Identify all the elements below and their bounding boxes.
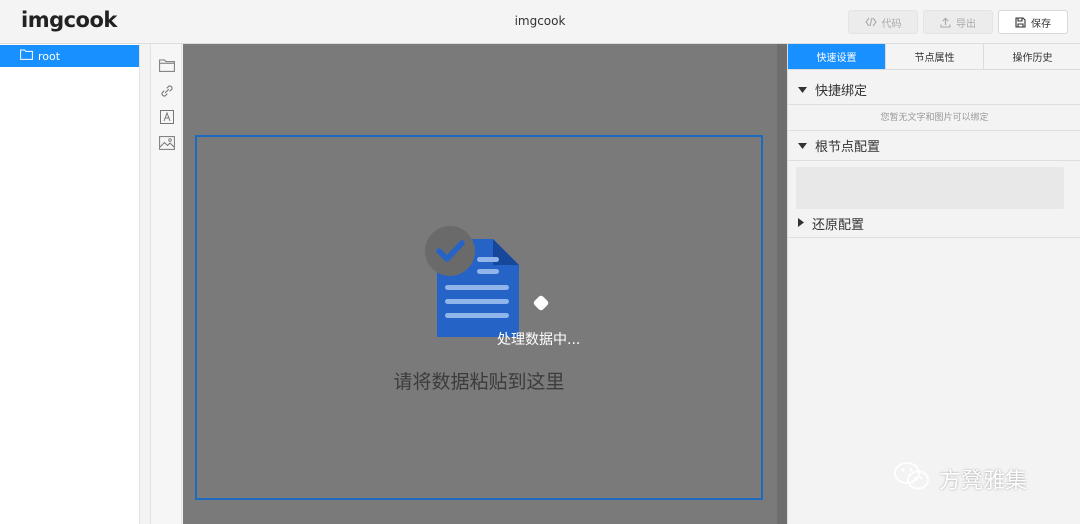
link-tool-icon[interactable] xyxy=(158,82,176,100)
wechat-icon xyxy=(893,460,931,498)
upload-icon xyxy=(940,17,951,28)
processing-status: 处理数据中... xyxy=(497,332,581,348)
section-root-config[interactable]: 根节点配置 xyxy=(788,130,1080,160)
top-bar: imgcook imgcook 代码 导出 保存 xyxy=(0,0,1080,44)
save-button[interactable]: 保存 xyxy=(998,10,1068,34)
page-title: imgcook xyxy=(514,14,566,28)
section-restore-config-title: 还原配置 xyxy=(812,217,865,233)
layer-tree: root xyxy=(0,44,140,524)
divider xyxy=(788,160,1080,161)
caret-down-icon xyxy=(798,138,807,153)
watermark: 方凳雅集 xyxy=(893,460,1027,498)
divider xyxy=(788,237,1080,238)
section-root-config-title: 根节点配置 xyxy=(815,139,881,155)
paste-drop-zone[interactable]: 处理数据中... 请将数据粘贴到这里 xyxy=(195,135,763,500)
text-tool-icon[interactable] xyxy=(158,108,176,126)
panel-gap xyxy=(140,44,150,524)
folder-icon xyxy=(20,49,33,63)
watermark-text: 方凳雅集 xyxy=(939,469,1028,494)
folder-tool-icon[interactable] xyxy=(158,56,176,74)
settings-panel: 快速设置 节点属性 操作历史 快捷绑定 您暂无文字和图片可以绑定 根节点配置 还… xyxy=(787,44,1080,524)
caret-right-icon xyxy=(798,216,804,231)
section-quick-bind-title: 快捷绑定 xyxy=(815,83,868,99)
export-button-label: 导出 xyxy=(956,18,976,30)
divider xyxy=(788,104,1080,105)
document-check-icon xyxy=(425,225,525,345)
tab-quick-settings[interactable]: 快速设置 xyxy=(788,44,886,69)
code-button[interactable]: 代码 xyxy=(848,10,918,34)
imgcook-logo[interactable]: imgcook xyxy=(21,8,117,32)
panel-tabs: 快速设置 节点属性 操作历史 xyxy=(788,44,1080,70)
caret-down-icon xyxy=(798,82,807,97)
tab-history[interactable]: 操作历史 xyxy=(984,44,1080,69)
save-button-label: 保存 xyxy=(1031,18,1051,30)
loading-spinner-icon xyxy=(532,294,550,312)
image-tool-icon[interactable] xyxy=(158,134,176,152)
export-button[interactable]: 导出 xyxy=(923,10,993,34)
paste-hint: 请将数据粘贴到这里 xyxy=(393,371,565,393)
save-icon xyxy=(1015,16,1026,28)
tool-strip xyxy=(150,44,182,524)
tree-item-label: root xyxy=(38,49,61,63)
quick-bind-empty-note: 您暂无文字和图片可以绑定 xyxy=(880,113,989,123)
section-quick-bind[interactable]: 快捷绑定 xyxy=(788,74,1080,104)
root-config-content xyxy=(796,167,1064,209)
section-restore-config[interactable]: 还原配置 xyxy=(788,208,1080,238)
code-icon xyxy=(864,17,877,27)
tree-item-root[interactable]: root xyxy=(0,45,139,67)
code-button-label: 代码 xyxy=(881,18,902,30)
canvas-edge xyxy=(777,44,787,524)
design-canvas[interactable]: 处理数据中... 请将数据粘贴到这里 xyxy=(183,44,777,524)
app-root: imgcook imgcook 代码 导出 保存 root 处理数据中... 请… xyxy=(0,0,1080,524)
tab-node-properties[interactable]: 节点属性 xyxy=(886,44,984,69)
